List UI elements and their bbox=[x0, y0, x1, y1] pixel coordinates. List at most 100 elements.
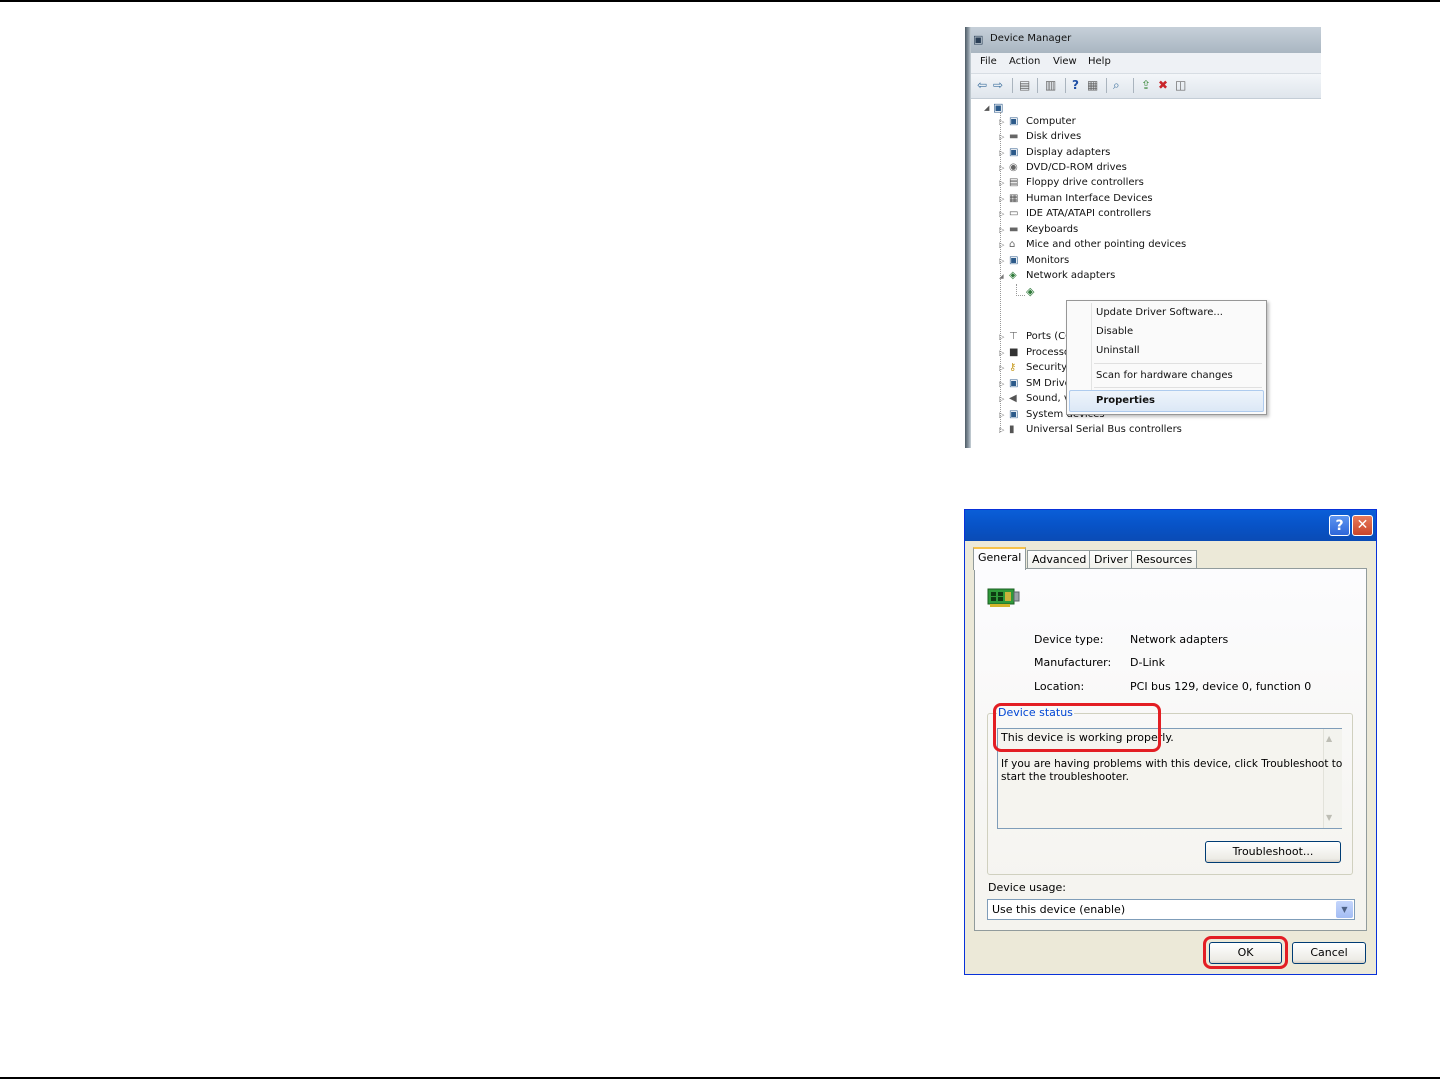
toolbar-separator bbox=[1106, 78, 1107, 93]
dvd-drive-icon: ◉ bbox=[1009, 162, 1018, 173]
tab-resources[interactable]: Resources bbox=[1131, 550, 1198, 568]
device-usage-select[interactable]: Use this device (enable) ▼ bbox=[987, 899, 1355, 920]
device-manager-icon: ▣ bbox=[973, 33, 984, 46]
help-icon[interactable]: ? bbox=[1329, 515, 1350, 536]
scan-hardware-icon[interactable]: ⌕ bbox=[1113, 77, 1120, 93]
menu-action[interactable]: Action bbox=[1009, 56, 1040, 67]
system-device-icon: ▣ bbox=[1009, 409, 1019, 420]
tab-general[interactable]: General bbox=[973, 547, 1027, 570]
expand-arrow-icon[interactable]: ▷ bbox=[999, 257, 1004, 265]
troubleshoot-button[interactable]: Troubleshoot... bbox=[1205, 841, 1341, 863]
menu-item-update-driver[interactable]: Update Driver Software... bbox=[1096, 307, 1223, 318]
expand-arrow-icon[interactable]: ▷ bbox=[999, 241, 1004, 249]
menu-bar: File Action View Help bbox=[971, 53, 1321, 74]
tree-item-usb-controllers[interactable]: ▷ ▮ Universal Serial Bus controllers bbox=[999, 424, 1319, 439]
window-title: Device Manager bbox=[990, 33, 1072, 44]
expand-arrow-icon[interactable]: ▷ bbox=[999, 210, 1004, 218]
tree-item-disk-drives[interactable]: ▷ ▬ Disk drives bbox=[999, 131, 1319, 146]
keyboard-icon: ▬ bbox=[1009, 224, 1019, 235]
expand-arrow-icon[interactable]: ▷ bbox=[999, 149, 1004, 157]
forward-arrow-icon[interactable]: ⇨ bbox=[993, 77, 1003, 93]
manufacturer-label: Manufacturer: bbox=[1034, 656, 1112, 669]
expand-arrow-icon[interactable]: ▷ bbox=[999, 349, 1004, 357]
tree-item-label: Universal Serial Bus controllers bbox=[1026, 424, 1182, 435]
properties-icon[interactable]: ▥ bbox=[1045, 77, 1056, 93]
tree-item-keyboards[interactable]: ▷ ▬ Keyboards bbox=[999, 224, 1319, 239]
expand-arrow-icon[interactable]: ▷ bbox=[999, 179, 1004, 187]
tree-item-label: Security bbox=[1026, 362, 1068, 373]
menu-item-properties[interactable]: Properties bbox=[1096, 395, 1155, 406]
floppy-controller-icon: ▤ bbox=[1009, 177, 1019, 188]
back-arrow-icon[interactable]: ⇦ bbox=[977, 77, 987, 93]
page-top-rule bbox=[0, 0, 1440, 2]
tree-item-display-adapters[interactable]: ▷ ▣ Display adapters bbox=[999, 147, 1319, 162]
port-icon: ⊤ bbox=[1009, 331, 1018, 342]
action-pane-icon[interactable]: ▦ bbox=[1087, 77, 1098, 93]
expand-arrow-icon[interactable]: ▷ bbox=[999, 226, 1004, 234]
collapse-arrow-icon[interactable]: ◢ bbox=[999, 273, 1004, 280]
help-icon[interactable]: ? bbox=[1072, 77, 1079, 93]
menu-file[interactable]: File bbox=[980, 56, 997, 67]
expand-arrow-icon[interactable]: ▷ bbox=[999, 133, 1004, 141]
tree-item-label: Network adapters bbox=[1026, 270, 1116, 281]
computer-root-icon[interactable]: ▣ bbox=[993, 101, 1003, 114]
network-device-icon[interactable]: ◈ bbox=[1026, 285, 1034, 298]
scroll-down-icon[interactable]: ▼ bbox=[1326, 813, 1332, 822]
key-icon: ⚷ bbox=[1009, 362, 1017, 373]
network-card-icon bbox=[987, 588, 1020, 607]
manufacturer-value: D-Link bbox=[1130, 656, 1165, 669]
menu-separator bbox=[1094, 387, 1262, 388]
tree-item-label: Mice and other pointing devices bbox=[1026, 239, 1187, 250]
device-usage-label: Device usage: bbox=[988, 881, 1067, 894]
dialog-titlebar[interactable] bbox=[965, 510, 1376, 541]
menu-view[interactable]: View bbox=[1053, 56, 1077, 67]
update-driver-icon[interactable]: ⇪ bbox=[1141, 77, 1151, 93]
tree-item-ide-controllers[interactable]: ▷ ▭ IDE ATA/ATAPI controllers bbox=[999, 208, 1319, 223]
tree-item-label: Disk drives bbox=[1026, 131, 1082, 142]
chevron-down-icon[interactable]: ▼ bbox=[1336, 901, 1353, 918]
disable-device-icon[interactable]: ◫ bbox=[1175, 77, 1186, 93]
tree-item-label: IDE ATA/ATAPI controllers bbox=[1026, 208, 1152, 219]
menu-item-scan-hardware[interactable]: Scan for hardware changes bbox=[1096, 370, 1233, 381]
expand-arrow-icon[interactable]: ▷ bbox=[999, 380, 1004, 388]
tree-item-computer[interactable]: ▷ ▣ Computer bbox=[999, 116, 1319, 131]
expand-arrow-icon[interactable]: ▷ bbox=[999, 395, 1004, 403]
tree-item-hid[interactable]: ▷ ▦ Human Interface Devices bbox=[999, 193, 1319, 208]
uninstall-icon[interactable]: ✖ bbox=[1158, 77, 1168, 93]
tree-item-floppy-controllers[interactable]: ▷ ▤ Floppy drive controllers bbox=[999, 177, 1319, 192]
tree-item-dvd-drives[interactable]: ▷ ◉ DVD/CD-ROM drives bbox=[999, 162, 1319, 177]
expand-arrow-icon[interactable]: ▷ bbox=[999, 164, 1004, 172]
expand-arrow-icon[interactable]: ▷ bbox=[999, 426, 1004, 434]
expand-arrow-icon[interactable]: ▷ bbox=[999, 118, 1004, 126]
expand-arrow-icon[interactable]: ▷ bbox=[999, 411, 1004, 419]
tab-advanced[interactable]: Advanced bbox=[1027, 550, 1092, 568]
expand-arrow-icon[interactable]: ▷ bbox=[999, 333, 1004, 341]
tree-item-mice[interactable]: ▷ ⌂ Mice and other pointing devices bbox=[999, 239, 1319, 254]
location-label: Location: bbox=[1034, 680, 1085, 693]
ok-button[interactable]: OK bbox=[1209, 942, 1282, 964]
scroll-up-icon[interactable]: ▲ bbox=[1326, 734, 1332, 743]
tab-driver[interactable]: Driver bbox=[1089, 550, 1133, 568]
processor-icon: ■ bbox=[1009, 347, 1019, 358]
toolbar-separator bbox=[1037, 78, 1038, 93]
tree-item-label: DVD/CD-ROM drives bbox=[1026, 162, 1127, 173]
menu-item-disable[interactable]: Disable bbox=[1096, 326, 1133, 337]
close-icon[interactable]: ✕ bbox=[1352, 515, 1373, 536]
tree-item-label: Keyboards bbox=[1026, 224, 1079, 235]
cancel-button[interactable]: Cancel bbox=[1292, 942, 1366, 964]
menu-item-uninstall[interactable]: Uninstall bbox=[1096, 345, 1140, 356]
menu-help[interactable]: Help bbox=[1088, 56, 1111, 67]
tree-item-label: Computer bbox=[1026, 116, 1076, 127]
display-adapter-icon: ▣ bbox=[1009, 147, 1019, 158]
device-manager-titlebar[interactable]: ▣ Device Manager bbox=[965, 27, 1321, 53]
show-hide-tree-icon[interactable]: ▤ bbox=[1019, 77, 1030, 93]
expand-arrow-icon[interactable]: ▷ bbox=[999, 364, 1004, 372]
tree-item-label: Sound, v bbox=[1026, 393, 1070, 404]
page-bottom-rule bbox=[0, 1077, 1440, 1079]
tree-item-monitors[interactable]: ▷ ▣ Monitors bbox=[999, 255, 1319, 270]
tree-item-network-adapters[interactable]: ◢ ◈ Network adapters bbox=[999, 270, 1319, 285]
expand-arrow-icon[interactable]: ▷ bbox=[999, 195, 1004, 203]
ide-controller-icon: ▭ bbox=[1009, 208, 1019, 219]
device-usage-value: Use this device (enable) bbox=[992, 903, 1126, 916]
collapse-arrow-icon[interactable]: ◢ bbox=[984, 104, 989, 112]
